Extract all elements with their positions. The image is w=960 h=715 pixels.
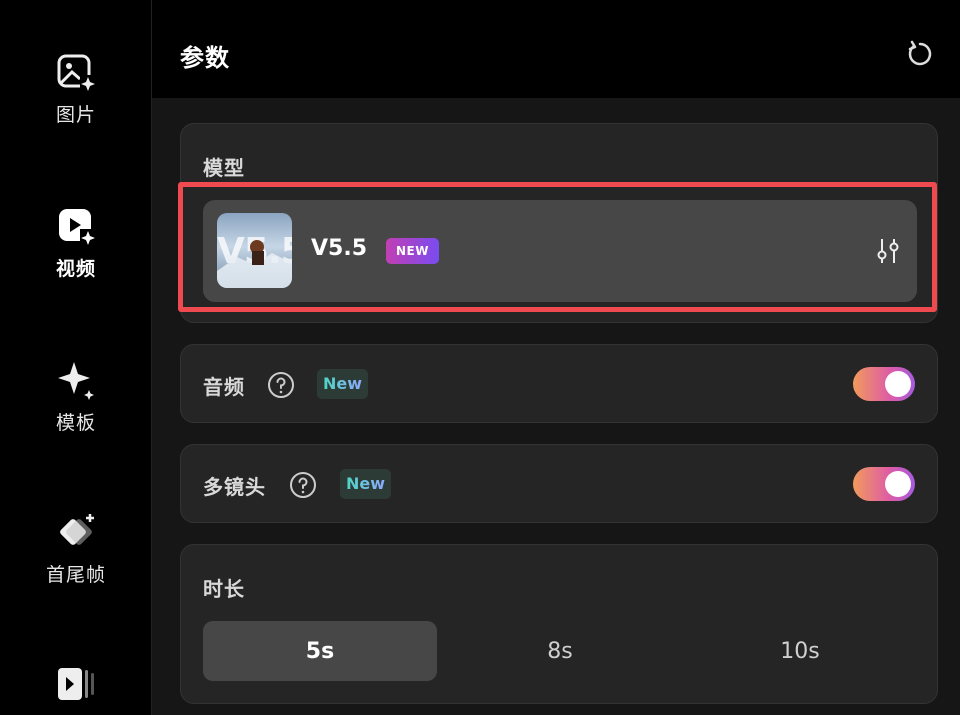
sidebar-item-template[interactable]: 模板 bbox=[0, 360, 152, 435]
audio-toggle[interactable] bbox=[853, 367, 915, 401]
duration-label: 时长 bbox=[203, 577, 245, 601]
model-thumbnail: V5.5 bbox=[217, 213, 292, 288]
model-settings-button[interactable] bbox=[875, 237, 901, 265]
reset-button[interactable] bbox=[906, 40, 934, 68]
model-selector[interactable]: V5.5 V5.5 NEW bbox=[203, 200, 917, 302]
page-title: 参数 bbox=[180, 44, 230, 72]
sidebar-item-video-frames[interactable] bbox=[0, 664, 152, 704]
help-icon bbox=[290, 472, 316, 498]
image-sparkle-icon bbox=[56, 52, 96, 92]
frames-icon bbox=[56, 512, 96, 552]
parameters-panel: 参数 模型 V5.5 V5.5 NEW bbox=[152, 0, 960, 715]
duration-option-10s[interactable]: 10s bbox=[683, 621, 917, 681]
multi-shot-label: 多镜头 bbox=[203, 475, 266, 499]
audio-new-badge: New bbox=[317, 369, 369, 399]
reset-icon bbox=[908, 40, 932, 66]
sidebar-item-image[interactable]: 图片 bbox=[0, 52, 152, 127]
video-frames-icon bbox=[56, 664, 96, 704]
duration-option-5s[interactable]: 5s bbox=[203, 621, 437, 681]
sliders-icon bbox=[877, 239, 899, 263]
sidebar-item-video[interactable]: 视频 bbox=[0, 206, 152, 281]
duration-option-8s[interactable]: 8s bbox=[443, 621, 677, 681]
duration-card: 时长 5s 8s 10s bbox=[180, 544, 938, 704]
multi-shot-new-badge: New bbox=[340, 469, 392, 499]
sidebar: 图片 视频 模板 首尾帧 bbox=[0, 0, 152, 715]
audio-label: 音频 bbox=[203, 375, 245, 399]
sparkle-icon bbox=[56, 360, 96, 400]
sidebar-item-first-last-frame[interactable]: 首尾帧 bbox=[0, 512, 152, 587]
model-section-label: 模型 bbox=[203, 156, 245, 180]
model-name: V5.5 bbox=[311, 236, 367, 261]
audio-help-button[interactable] bbox=[267, 371, 295, 399]
sidebar-item-label: 首尾帧 bbox=[45, 564, 106, 586]
video-sparkle-icon bbox=[56, 206, 96, 246]
model-card: 模型 V5.5 V5.5 NEW bbox=[180, 123, 938, 323]
multi-shot-help-button[interactable] bbox=[289, 471, 317, 499]
audio-card: 音频 New bbox=[180, 344, 938, 423]
sidebar-item-label: 视频 bbox=[55, 258, 96, 280]
multi-shot-toggle[interactable] bbox=[853, 467, 915, 501]
sidebar-item-label: 模板 bbox=[55, 412, 96, 434]
sidebar-item-label: 图片 bbox=[55, 104, 96, 126]
help-icon bbox=[268, 372, 294, 398]
panel-header: 参数 bbox=[152, 0, 960, 98]
multi-shot-card: 多镜头 New bbox=[180, 444, 938, 523]
model-new-badge: NEW bbox=[386, 238, 439, 264]
